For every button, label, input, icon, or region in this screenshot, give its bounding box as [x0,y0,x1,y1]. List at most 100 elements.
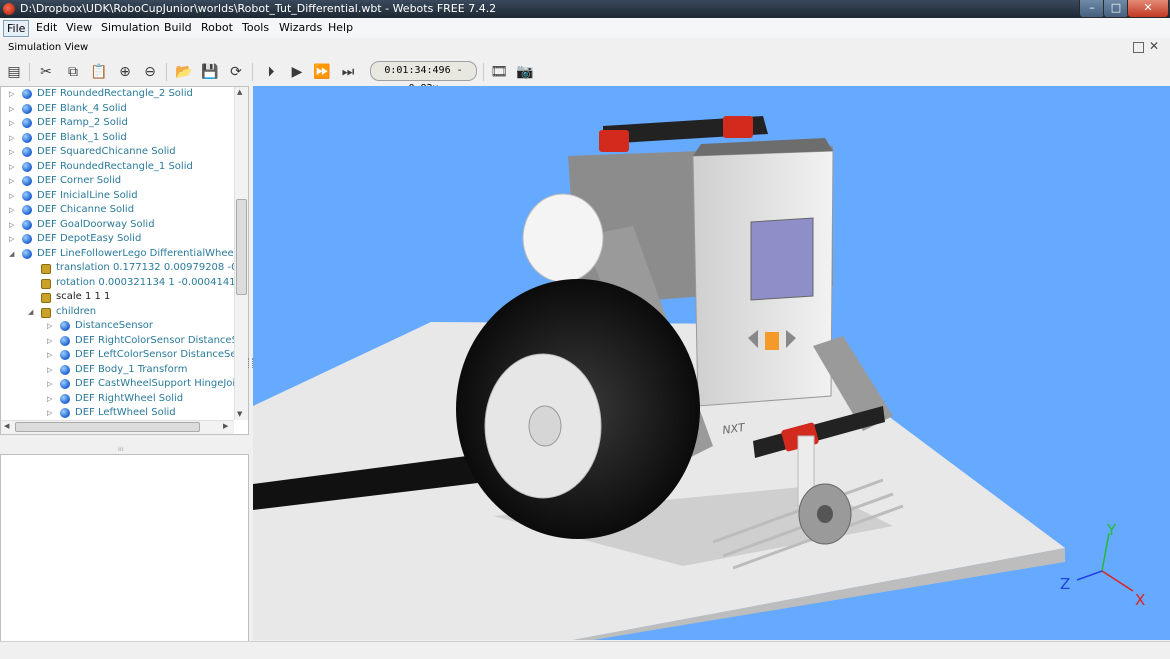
close-view-icon[interactable]: ✕ [1149,39,1159,53]
menu-edit[interactable]: Edit [33,20,60,35]
tree-item-label: DEF InicialLine Solid [37,189,138,201]
expand-arrow-icon[interactable]: ▷ [9,102,17,116]
restore-button[interactable]: □ [1103,0,1129,18]
scroll-down-icon[interactable]: ▼ [237,410,242,418]
expand-arrow-icon[interactable]: ▷ [47,406,55,420]
simulation-view-label: Simulation View [8,42,89,53]
tree-item-label: DEF RightColorSensor DistanceSensor [75,334,249,346]
expand-arrow-icon[interactable]: ▷ [9,218,17,232]
expand-arrow-icon[interactable]: ▷ [9,116,17,130]
menu-build[interactable]: Build [161,20,195,35]
expand-arrow-icon[interactable]: ▷ [9,203,17,217]
node-ball-icon [22,205,32,215]
scroll-up-icon[interactable]: ▲ [237,88,242,96]
tree-vertical-scroll-thumb[interactable] [236,199,247,295]
node-ball-icon [60,408,70,418]
expand-arrow-icon[interactable]: ▷ [9,174,17,188]
tree-item-label: DEF Blank_1 Solid [37,131,127,143]
screenshot-icon[interactable]: 📷 [516,63,534,81]
caster-wheel-hub [817,505,833,523]
reload-world-icon[interactable]: ⟳ [227,63,245,81]
fast-icon[interactable]: ⏩ [313,63,331,81]
node-ball-icon [22,118,32,128]
field-square-icon [41,278,51,289]
tree-item-label: DEF RightWheel Solid [75,392,184,404]
expand-arrow-icon[interactable]: ▷ [9,87,17,101]
tree-item-label: DEF LeftWheel Solid [75,407,176,418]
field-square-icon [41,307,51,318]
tree-item-label: DEF Ramp_2 Solid [37,117,128,128]
expand-arrow-icon[interactable]: ▷ [47,377,55,391]
simulation-time-display: 0:01:34:496 - 0.82x [370,61,477,94]
expand-arrow-icon[interactable]: ▷ [47,334,55,348]
menu-wizards[interactable]: Wizards [276,20,325,35]
tree-item-label: scale 1 1 1 [56,291,111,302]
node-ball-icon [60,393,70,404]
tree-item-label: DEF RoundedRectangle_2 Solid [37,88,193,99]
tree-item-label: DEF GoalDoorway Solid [37,218,155,230]
expand-arrow-icon[interactable]: ▷ [47,348,55,362]
float-view-icon[interactable] [1133,42,1144,53]
tree-item-label: DEF Blank_4 Solid [37,102,127,114]
splitter-handle[interactable]: ⁞⁞⁞ [118,446,124,453]
toolbar-separator [483,63,484,81]
expand-arrow-icon[interactable]: ▷ [47,319,55,333]
paste-icon[interactable]: 📋 [90,63,108,81]
menu-view[interactable]: View [63,20,95,35]
tree-item-label: DEF Chicanne Solid [37,204,135,215]
node-ball-icon [60,321,70,331]
robot-top-connector-right [723,116,753,138]
menu-file[interactable]: File [3,20,30,37]
expand-arrow-icon[interactable]: ▷ [9,160,17,174]
tree-item-label: DEF LineFollowerLego DifferentialWheels [37,247,242,259]
expand-arrow-icon[interactable]: ▷ [47,363,55,377]
collapse-arrow-icon[interactable]: ◢ [28,305,36,319]
step-icon[interactable]: ⏵ [262,63,280,81]
expand-arrow-icon[interactable]: ▷ [9,145,17,159]
toolbar-separator [166,63,167,81]
node-ball-icon [22,176,32,186]
delete-node-icon[interactable]: ⊖ [141,63,159,81]
field-square-icon [41,293,51,303]
left-wheel-hub [528,405,562,447]
open-world-icon[interactable]: 📂 [175,63,193,81]
collapse-arrow-icon[interactable]: ◢ [9,247,17,261]
node-ball-icon [22,219,32,230]
tree-horizontal-scroll-thumb[interactable] [15,422,200,432]
node-ball-icon [60,335,70,346]
expand-arrow-icon[interactable]: ▷ [9,131,17,145]
menu-help[interactable]: Help [325,20,356,35]
add-node-icon[interactable]: ⊕ [116,63,134,81]
record-movie-icon[interactable]: 🎞 [490,63,508,81]
fastest-icon[interactable]: ⏭ [339,63,357,81]
expand-arrow-icon[interactable]: ▷ [9,232,17,246]
tree-item-label: DEF SquaredChicanne Solid [37,146,176,157]
3d-scene-render: NXT Y X Z [253,116,1145,640]
cut-icon[interactable]: ✂ [37,63,55,81]
expand-arrow-icon[interactable]: ▷ [9,189,17,203]
node-ball-icon [22,234,32,244]
menu-tools[interactable]: Tools [239,20,272,35]
tree-item-label: DEF LeftColorSensor DistanceSensor [75,349,249,360]
menu-bar: File Edit View Simulation Build Robot To… [0,18,1170,39]
close-button[interactable]: ✕ [1127,0,1169,18]
toggle-scene-tree-icon[interactable]: ▤ [5,63,23,81]
tree-item-label: DEF CastWheelSupport HingeJoint [75,378,246,389]
tree-item-label: translation 0.177132 0.00979208 -0.76650 [56,262,248,273]
save-world-icon[interactable]: 💾 [201,63,219,81]
tree-item-label: DEF Body_1 Transform [75,363,188,375]
3d-simulation-view[interactable]: NXT Y X Z [253,86,1170,640]
menu-simulation[interactable]: Simulation [98,20,163,35]
expand-arrow-icon[interactable]: ▷ [47,392,55,406]
minimize-button[interactable]: – [1079,0,1105,18]
scroll-left-icon[interactable]: ◀ [4,422,9,430]
node-ball-icon [22,190,32,201]
copy-icon[interactable]: ⧉ [64,63,82,81]
node-ball-icon [22,89,32,99]
scroll-right-icon[interactable]: ▶ [223,422,228,430]
status-bar [0,641,1170,659]
node-ball-icon [60,379,70,389]
axis-gizmo: Y X Z [1060,521,1145,609]
run-icon[interactable]: ▶ [288,63,306,81]
menu-robot[interactable]: Robot [198,20,236,35]
